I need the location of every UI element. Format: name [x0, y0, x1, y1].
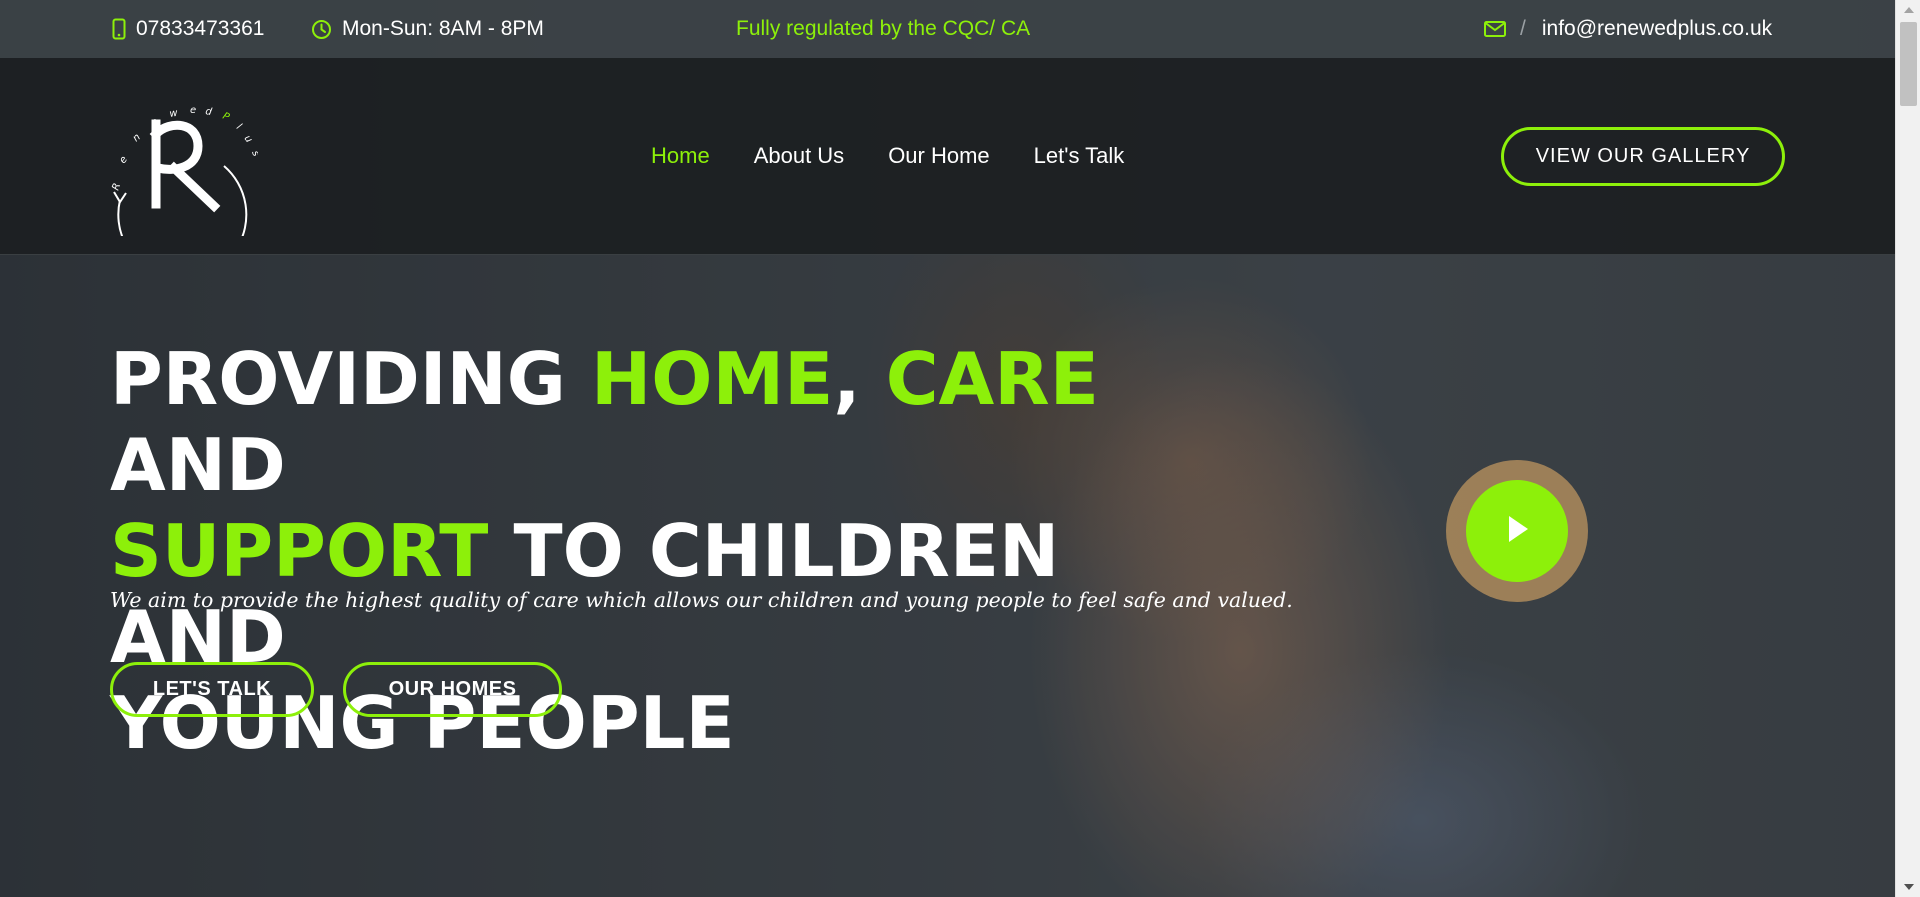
headline-word-support: SUPPORT: [110, 509, 489, 593]
scrollbar-thumb[interactable]: [1900, 22, 1917, 106]
nav-our-home[interactable]: Our Home: [888, 143, 989, 169]
scroll-down-arrow-icon[interactable]: [1896, 877, 1920, 897]
vertical-scrollbar[interactable]: [1895, 0, 1920, 897]
play-icon: [1503, 513, 1531, 549]
svg-text:u: u: [242, 133, 255, 145]
top-info-bar: 07833473361 Mon-Sun: 8AM - 8PM Fully reg…: [0, 0, 1895, 58]
svg-text:d: d: [204, 106, 213, 118]
regulation-text: Fully regulated by the CQC/ CA: [736, 17, 1031, 40]
svg-text:e: e: [190, 105, 196, 116]
svg-text:e: e: [117, 154, 130, 165]
regulation-notice: Fully regulated by the CQC/ CA: [736, 0, 1030, 58]
main-navigation: Home About Us Our Home Let's Talk: [651, 58, 1168, 254]
our-homes-button[interactable]: OUR HOMES: [343, 662, 562, 717]
svg-text:P: P: [221, 111, 232, 124]
scroll-up-arrow-icon[interactable]: [1896, 0, 1920, 20]
phone-contact[interactable]: 07833473361: [112, 0, 264, 58]
svg-text:s: s: [249, 149, 258, 158]
email-separator: /: [1520, 17, 1526, 40]
nav-lets-talk[interactable]: Let's Talk: [1034, 143, 1125, 169]
opening-hours: Mon-Sun: 8AM - 8PM: [311, 0, 544, 58]
page: 07833473361 Mon-Sun: 8AM - 8PM Fully reg…: [0, 0, 1920, 897]
site-header: R e n e w e d P l u s Home About Us Our …: [0, 58, 1895, 280]
nav-about-us[interactable]: About Us: [754, 143, 845, 169]
headline-comma: ,: [833, 337, 861, 421]
lets-talk-button[interactable]: LET'S TALK: [110, 662, 314, 717]
headline-word-and: AND: [110, 423, 286, 507]
svg-text:R: R: [110, 182, 123, 192]
video-play-button[interactable]: [1446, 460, 1588, 602]
mail-icon: [1484, 21, 1506, 37]
clock-icon: [311, 19, 332, 40]
svg-text:w: w: [169, 108, 180, 120]
svg-text:n: n: [131, 132, 143, 145]
headline-word-home: HOME: [590, 337, 834, 421]
email-address[interactable]: info@renewedplus.co.uk: [1542, 17, 1772, 41]
headline-word-providing: PROVIDING: [110, 337, 566, 421]
renewed-plus-logo[interactable]: R e n e w e d P l u s: [108, 76, 261, 280]
view-gallery-button[interactable]: VIEW OUR GALLERY: [1501, 127, 1785, 186]
hero-tagline: We aim to provide the highest quality of…: [110, 588, 1293, 612]
hours-text: Mon-Sun: 8AM - 8PM: [342, 17, 544, 40]
play-button-circle[interactable]: [1466, 480, 1568, 582]
phone-icon: [112, 18, 126, 40]
headline-word-care: CARE: [885, 337, 1099, 421]
phone-number: 07833473361: [136, 17, 265, 40]
email-contact[interactable]: / info@renewedplus.co.uk: [1484, 0, 1772, 58]
svg-text:l: l: [234, 122, 243, 132]
nav-home[interactable]: Home: [651, 143, 710, 169]
